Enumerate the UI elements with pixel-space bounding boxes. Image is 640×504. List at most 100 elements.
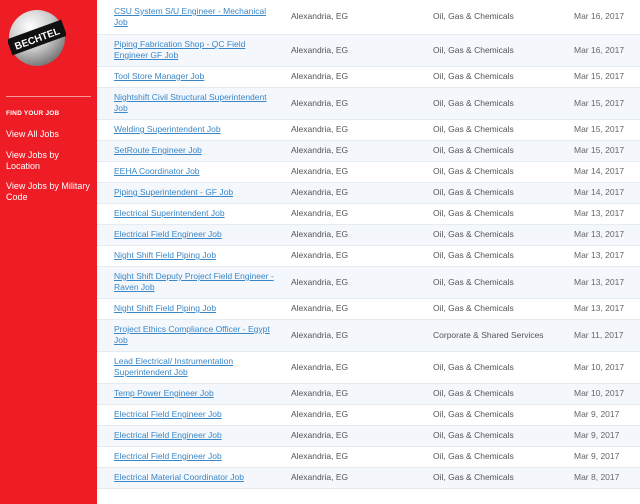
job-date: Mar 15, 2017 bbox=[559, 140, 640, 162]
job-row: Piping Fabrication Shop - QC Field Engin… bbox=[97, 34, 640, 67]
job-title-cell: Tool Store Manager Job bbox=[97, 66, 274, 88]
job-row: Lead Electrical/ Instrumentation Superin… bbox=[97, 351, 640, 384]
job-title-cell: SetRoute Engineer Job bbox=[97, 140, 274, 162]
job-title-link[interactable]: Nightshift Civil Structural Superintende… bbox=[114, 92, 267, 113]
job-title-cell: Electrical Superintendent Job bbox=[97, 203, 274, 225]
job-industry: Oil, Gas & Chemicals bbox=[416, 34, 559, 67]
job-title-link[interactable]: SetRoute Engineer Job bbox=[114, 145, 202, 155]
job-title-link[interactable]: Night Shift Deputy Project Field Enginee… bbox=[114, 271, 274, 292]
job-row: Electrical Field Engineer Job Alexandria,… bbox=[97, 224, 640, 246]
job-row: Electrical Field Engineer Job Alexandria,… bbox=[97, 404, 640, 426]
job-listings-table: CSU System S/U Engineer - Mechanical Job… bbox=[97, 0, 640, 489]
job-industry: Oil, Gas & Chemicals bbox=[416, 119, 559, 141]
job-row: Electrical Field Engineer Job Alexandria,… bbox=[97, 446, 640, 468]
view-all-jobs-link[interactable]: View All Jobs bbox=[6, 129, 92, 140]
bechtel-logo[interactable]: BECHTEL bbox=[8, 9, 66, 67]
job-title-cell: Electrical Field Engineer Job bbox=[97, 224, 274, 246]
job-title-cell: Temp Power Engineer Job bbox=[97, 383, 274, 405]
job-title-cell: Night Shift Deputy Project Field Enginee… bbox=[97, 266, 274, 299]
job-title-cell: Nightshift Civil Structural Superintende… bbox=[97, 87, 274, 120]
job-row: SetRoute Engineer Job Alexandria, EG Oil, … bbox=[97, 140, 640, 162]
job-location: Alexandria, EG bbox=[274, 34, 416, 67]
job-row: EEHA Coordinator Job Alexandria, EG Oil, G… bbox=[97, 161, 640, 183]
job-row: Temp Power Engineer Job Alexandria, EG Oil… bbox=[97, 383, 640, 405]
job-title-cell: Welding Superintendent Job bbox=[97, 119, 274, 141]
job-date: Mar 9, 2017 bbox=[559, 425, 640, 447]
job-title-link[interactable]: Piping Superintendent - GF Job bbox=[114, 187, 233, 197]
job-title-link[interactable]: Night Shift Field Piping Job bbox=[114, 303, 216, 313]
job-row: Electrical Material Coordinator Job Alexa… bbox=[97, 467, 640, 489]
job-industry: Oil, Gas & Chemicals bbox=[416, 140, 559, 162]
job-date: Mar 13, 2017 bbox=[559, 245, 640, 267]
job-date: Mar 13, 2017 bbox=[559, 298, 640, 320]
job-title-cell: Night Shift Field Piping Job bbox=[97, 298, 274, 320]
job-title-link[interactable]: EEHA Coordinator Job bbox=[114, 166, 200, 176]
job-title-link[interactable]: Electrical Material Coordinator Job bbox=[114, 472, 244, 482]
job-location: Alexandria, EG bbox=[274, 383, 416, 405]
job-title-cell: Lead Electrical/ Instrumentation Superin… bbox=[97, 351, 274, 384]
job-location: Alexandria, EG bbox=[274, 245, 416, 267]
job-industry: Oil, Gas & Chemicals bbox=[416, 351, 559, 384]
job-date: Mar 13, 2017 bbox=[559, 266, 640, 299]
job-row: Nightshift Civil Structural Superintende… bbox=[97, 87, 640, 120]
job-title-cell: Night Shift Field Piping Job bbox=[97, 245, 274, 267]
view-jobs-by-location-link[interactable]: View Jobs by Location bbox=[6, 150, 92, 171]
job-location: Alexandria, EG bbox=[274, 319, 416, 352]
job-location: Alexandria, EG bbox=[274, 425, 416, 447]
job-title-cell: Electrical Field Engineer Job bbox=[97, 404, 274, 426]
job-title-link[interactable]: Electrical Field Engineer Job bbox=[114, 409, 222, 419]
job-title-link[interactable]: Temp Power Engineer Job bbox=[114, 388, 214, 398]
job-title-cell: Electrical Material Coordinator Job bbox=[97, 467, 274, 489]
job-location: Alexandria, EG bbox=[274, 119, 416, 141]
job-row: Electrical Field Engineer Job Alexandria,… bbox=[97, 425, 640, 447]
job-date: Mar 9, 2017 bbox=[559, 404, 640, 426]
job-industry: Oil, Gas & Chemicals bbox=[416, 66, 559, 88]
job-industry: Oil, Gas & Chemicals bbox=[416, 446, 559, 468]
job-location: Alexandria, EG bbox=[274, 66, 416, 88]
job-date: Mar 16, 2017 bbox=[559, 34, 640, 67]
job-industry: Oil, Gas & Chemicals bbox=[416, 467, 559, 489]
job-title-cell: Piping Superintendent - GF Job bbox=[97, 182, 274, 204]
view-jobs-by-military-code-link[interactable]: View Jobs by Military Code bbox=[6, 181, 92, 202]
job-row: Electrical Superintendent Job Alexandria,… bbox=[97, 203, 640, 225]
job-title-link[interactable]: Tool Store Manager Job bbox=[114, 71, 204, 81]
job-date: Mar 9, 2017 bbox=[559, 446, 640, 468]
job-title-link[interactable]: Electrical Field Engineer Job bbox=[114, 451, 222, 461]
job-date: Mar 13, 2017 bbox=[559, 203, 640, 225]
job-title-link[interactable]: Lead Electrical/ Instrumentation Superin… bbox=[114, 356, 233, 377]
job-date: Mar 15, 2017 bbox=[559, 66, 640, 88]
job-row: Tool Store Manager Job Alexandria, EG Oil,… bbox=[97, 66, 640, 88]
job-date: Mar 10, 2017 bbox=[559, 383, 640, 405]
job-location: Alexandria, EG bbox=[274, 182, 416, 204]
job-date: Mar 15, 2017 bbox=[559, 87, 640, 120]
job-location: Alexandria, EG bbox=[274, 351, 416, 384]
job-title-link[interactable]: Electrical Superintendent Job bbox=[114, 208, 225, 218]
job-location: Alexandria, EG bbox=[274, 298, 416, 320]
job-date: Mar 16, 2017 bbox=[559, 0, 640, 35]
job-date: Mar 11, 2017 bbox=[559, 319, 640, 352]
job-industry: Oil, Gas & Chemicals bbox=[416, 298, 559, 320]
job-title-link[interactable]: Piping Fabrication Shop - QC Field Engin… bbox=[114, 39, 245, 60]
sidebar-divider bbox=[6, 96, 91, 97]
job-date: Mar 14, 2017 bbox=[559, 182, 640, 204]
job-row: Project Ethics Compliance Officer - Egyp… bbox=[97, 319, 640, 352]
job-title-link[interactable]: Electrical Field Engineer Job bbox=[114, 430, 222, 440]
job-title-link[interactable]: Project Ethics Compliance Officer - Egyp… bbox=[114, 324, 270, 345]
job-title-link[interactable]: Night Shift Field Piping Job bbox=[114, 250, 216, 260]
job-location: Alexandria, EG bbox=[274, 467, 416, 489]
job-title-cell: Piping Fabrication Shop - QC Field Engin… bbox=[97, 34, 274, 67]
job-row: Night Shift Deputy Project Field Enginee… bbox=[97, 266, 640, 299]
job-location: Alexandria, EG bbox=[274, 266, 416, 299]
job-title-cell: Electrical Field Engineer Job bbox=[97, 425, 274, 447]
job-title-link[interactable]: CSU System S/U Engineer - Mechanical Job bbox=[114, 6, 266, 27]
job-title-link[interactable]: Welding Superintendent Job bbox=[114, 124, 221, 134]
job-industry: Oil, Gas & Chemicals bbox=[416, 224, 559, 246]
job-date: Mar 14, 2017 bbox=[559, 161, 640, 183]
job-industry: Oil, Gas & Chemicals bbox=[416, 182, 559, 204]
job-industry: Oil, Gas & Chemicals bbox=[416, 245, 559, 267]
sidebar: BECHTEL FIND YOUR JOB View All Jobs View… bbox=[0, 0, 97, 504]
job-title-link[interactable]: Electrical Field Engineer Job bbox=[114, 229, 222, 239]
job-title-cell: Electrical Field Engineer Job bbox=[97, 446, 274, 468]
job-row: Piping Superintendent - GF Job Alexandria… bbox=[97, 182, 640, 204]
job-industry: Corporate & Shared Services bbox=[416, 319, 559, 352]
